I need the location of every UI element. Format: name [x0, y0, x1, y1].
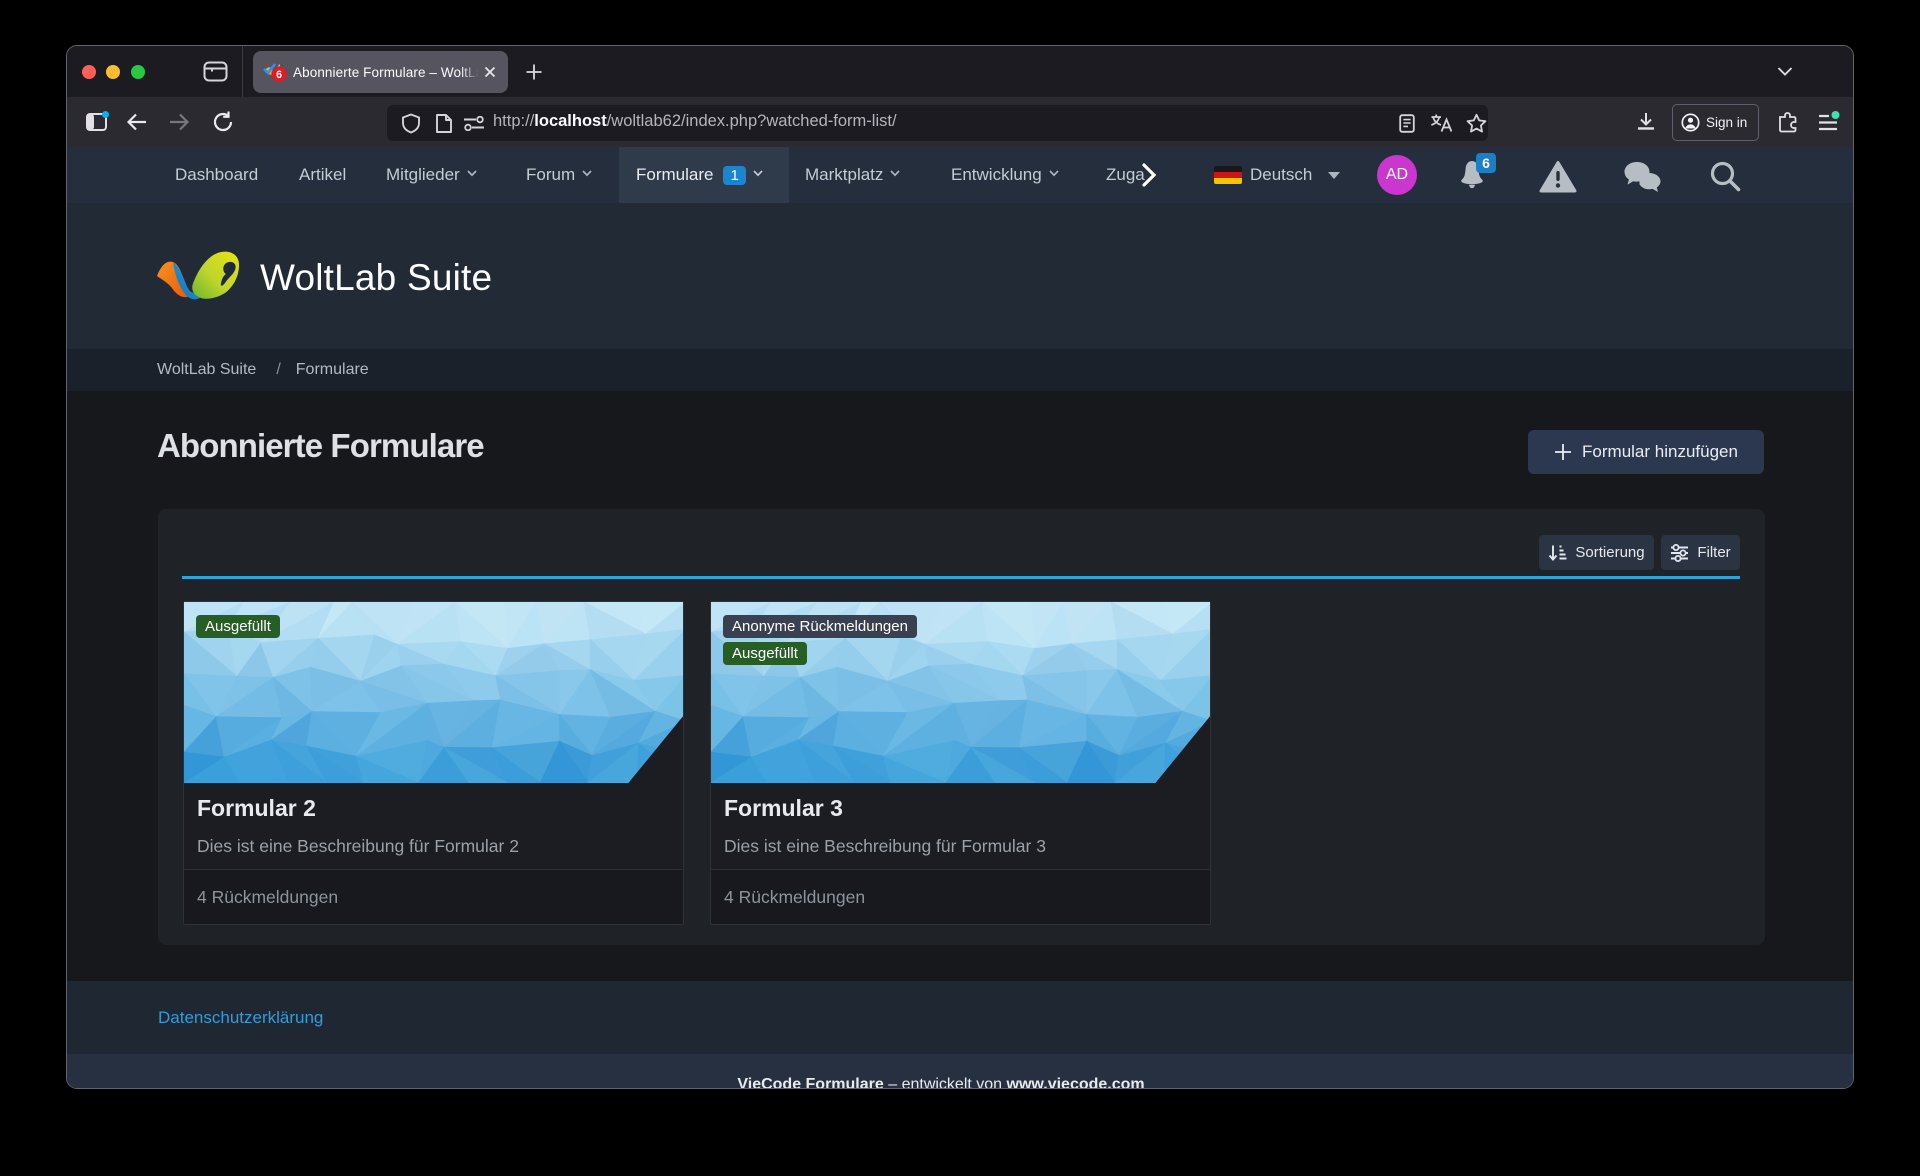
svg-text:6: 6 [276, 69, 282, 81]
svg-text:6: 6 [1482, 155, 1490, 171]
